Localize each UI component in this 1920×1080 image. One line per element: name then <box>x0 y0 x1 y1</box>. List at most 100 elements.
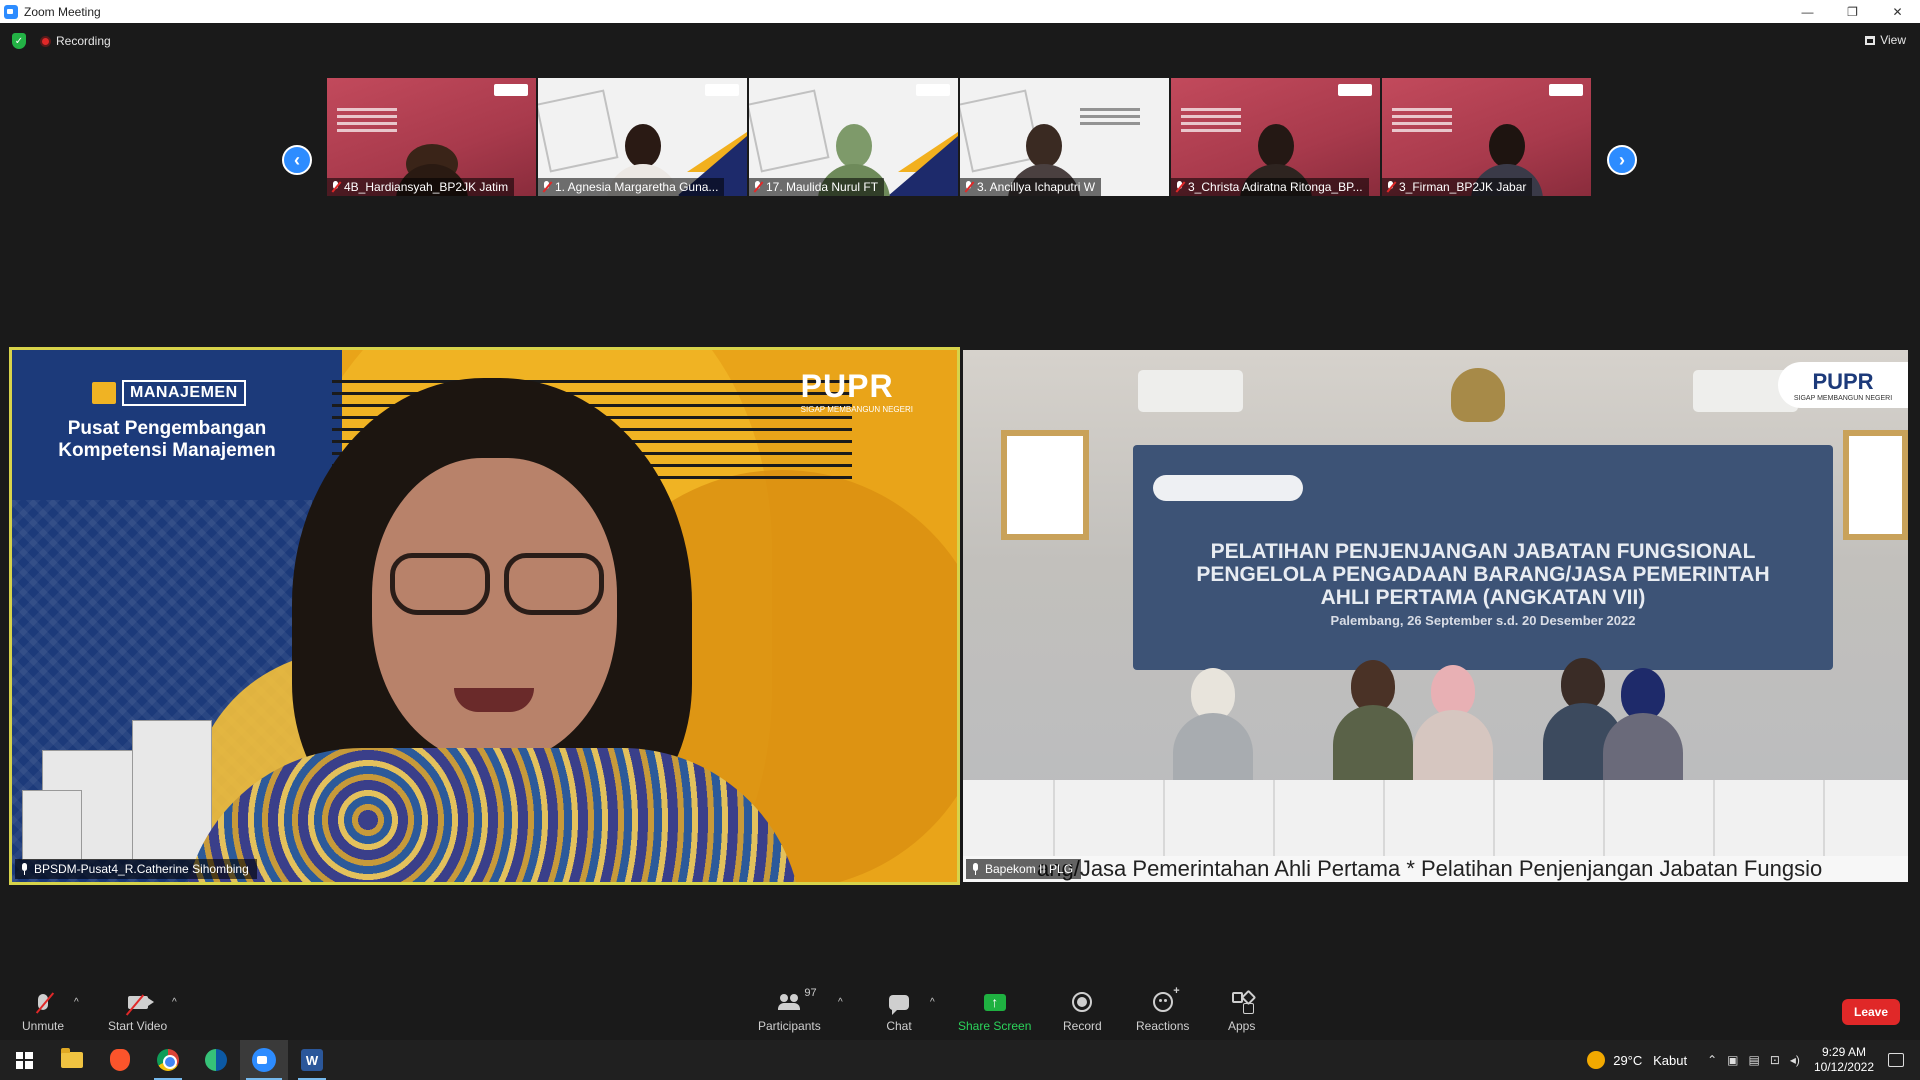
meet-now-icon[interactable]: ▣ <box>1727 1053 1738 1067</box>
participants-icon <box>778 994 801 1010</box>
decor-shape <box>888 136 958 196</box>
participant-name-label: 3_Christa Adiratna Ritonga_BP... <box>1171 178 1369 196</box>
prev-page-button[interactable]: ‹ <box>282 145 312 175</box>
record-button[interactable]: Record <box>1063 989 1102 1033</box>
weather-desc: Kabut <box>1653 1052 1688 1068</box>
room-name: Bapekom II PLG <box>985 862 1074 876</box>
start-video-label: Start Video <box>108 1019 168 1033</box>
view-label: View <box>1880 33 1906 47</box>
banner-line-3: AHLI PERTAMA (ANGKATAN VII) <box>1320 586 1646 609</box>
pupr-brand-text: PUPR <box>800 368 894 404</box>
slide-text-lines <box>1181 108 1241 136</box>
pupr-brand-text: PUPR <box>1812 368 1874 394</box>
participant-thumbnail[interactable]: 3_Christa Adiratna Ritonga_BP... <box>1171 78 1380 196</box>
reactions-button[interactable]: Reactions <box>1136 985 1189 1033</box>
pupr-mark-icon <box>92 382 116 404</box>
chat-button[interactable]: Chat <box>886 989 912 1033</box>
participant-name-label: 1. Agnesia Margaretha Guna... <box>538 178 725 196</box>
meeting-toolbar: Unmute ^ Start Video ^ 97 Participants ^… <box>0 985 1920 1040</box>
participant-name: 1. Agnesia Margaretha Guna... <box>555 180 719 194</box>
pupr-logo-icon <box>1549 84 1583 96</box>
minimize-button[interactable]: — <box>1785 0 1830 23</box>
recording-indicator[interactable]: Recording <box>40 34 111 48</box>
view-button[interactable]: View <box>1865 33 1906 47</box>
participant-thumbnail[interactable]: 3_Firman_BP2JK Jabar <box>1382 78 1591 196</box>
recording-label: Recording <box>56 34 111 48</box>
video-off-icon <box>127 995 154 1009</box>
participant-thumbnail-strip: 4B_Hardiansyah_BP2JK Jatim 1. Agnesia Ma… <box>327 78 1591 196</box>
show-hidden-icons-icon[interactable]: ⌃ <box>1707 1053 1717 1067</box>
next-page-button[interactable]: › <box>1607 145 1637 175</box>
pupr-logo-icon <box>705 84 739 96</box>
apps-icon <box>1231 992 1252 1012</box>
slide-text-lines <box>1392 108 1452 136</box>
participant-name-label: 17. Maulida Nurul FT <box>749 178 885 196</box>
participants-options-caret[interactable]: ^ <box>838 997 843 1008</box>
taskbar-zoom[interactable] <box>240 1040 288 1080</box>
pupr-brand-tagline: SIGAP MEMBANGUN NEGERI <box>1793 394 1893 402</box>
unmute-button[interactable]: Unmute <box>22 989 64 1033</box>
audio-options-caret[interactable]: ^ <box>74 997 79 1008</box>
participant-thumbnail[interactable]: 1. Agnesia Margaretha Guna... <box>538 78 747 196</box>
room-person <box>1333 660 1413 805</box>
brave-browser-icon <box>110 1049 130 1071</box>
video-options-caret[interactable]: ^ <box>172 997 177 1008</box>
leave-button[interactable]: Leave <box>1842 999 1900 1025</box>
participant-name: 3. Ancillya Ichaputri W <box>977 180 1096 194</box>
participants-button[interactable]: 97 Participants <box>758 987 821 1033</box>
participant-name-label: 4B_Hardiansyah_BP2JK Jatim <box>327 178 515 196</box>
mic-muted-icon <box>38 994 49 1010</box>
notifications-icon[interactable] <box>1888 1053 1904 1067</box>
recording-dot-icon <box>40 35 51 47</box>
mic-muted-icon <box>1386 181 1395 193</box>
taskbar-file-explorer[interactable] <box>48 1040 96 1080</box>
restore-button[interactable]: ❐ <box>1830 0 1875 23</box>
network-icon[interactable]: ⊡ <box>1770 1053 1780 1067</box>
taskbar-word[interactable]: W <box>288 1040 336 1080</box>
participant-thumbnail[interactable]: 4B_Hardiansyah_BP2JK Jatim <box>327 78 536 196</box>
news-ticker: ang/Jasa Pemerintahan Ahli Pertama * Pel… <box>963 856 1908 882</box>
weather-icon[interactable] <box>1587 1051 1606 1069</box>
close-button[interactable]: ✕ <box>1875 0 1920 23</box>
start-video-button[interactable]: Start Video <box>108 989 167 1033</box>
participant-name: 4B_Hardiansyah_BP2JK Jatim <box>344 180 509 194</box>
tray-icons: ⌃ ▣ ▤ ⊡ ◂) <box>1707 1053 1800 1067</box>
meeting-area: ✓ Recording View ‹ › 4B_Hardiansyah_BP2J… <box>0 23 1920 985</box>
record-icon <box>1072 992 1093 1012</box>
clock-date: 10/12/2022 <box>1813 1060 1874 1074</box>
portrait-frame <box>1843 430 1908 540</box>
share-screen-button[interactable]: ↑ Share Screen <box>958 989 1031 1033</box>
taskbar-clock[interactable]: 9:29 AM 10/12/2022 <box>1814 1045 1874 1075</box>
weather-readout[interactable]: 29°C Kabut <box>1613 1053 1687 1068</box>
taskbar-brave[interactable] <box>96 1040 144 1080</box>
slide-text-lines <box>1080 108 1140 129</box>
pupr-brand: PUPR SIGAP MEMBANGUN NEGERI <box>801 368 913 414</box>
participant-name: 17. Maulida Nurul FT <box>766 180 879 194</box>
air-conditioner <box>1138 370 1243 412</box>
active-speaker-tile[interactable]: MANAJEMEN Pusat Pengembangan Kompetensi … <box>9 347 960 885</box>
participant-thumbnail[interactable]: 17. Maulida Nurul FT <box>749 78 958 196</box>
garuda-emblem-icon <box>1451 368 1505 422</box>
banner-logo-pill <box>1153 475 1303 501</box>
taskbar-edge[interactable] <box>192 1040 240 1080</box>
share-screen-icon: ↑ <box>983 993 1006 1011</box>
participant-thumbnail[interactable]: 3. Ancillya Ichaputri W <box>960 78 1169 196</box>
taskbar-chrome[interactable] <box>144 1040 192 1080</box>
chat-label: Chat <box>886 1019 912 1033</box>
apps-button[interactable]: Apps <box>1228 989 1255 1033</box>
window-controls: — ❐ ✕ <box>1785 0 1920 23</box>
chat-options-caret[interactable]: ^ <box>930 997 935 1008</box>
banner-line-1: PELATIHAN PENJENJANGAN JABATAN FUNGSIONA… <box>1210 540 1756 563</box>
volume-icon[interactable]: ◂) <box>1790 1053 1800 1067</box>
mic-on-icon <box>972 863 980 875</box>
window-title: Zoom Meeting <box>24 4 101 19</box>
system-tray: 29°C Kabut ⌃ ▣ ▤ ⊡ ◂) 9:29 AM 10/12/2022 <box>1587 1040 1920 1080</box>
room-camera-tile[interactable]: PELATIHAN PENJENJANGAN JABATAN FUNGSIONA… <box>963 350 1908 882</box>
start-button[interactable] <box>0 1040 48 1080</box>
participant-name: 3_Firman_BP2JK Jabar <box>1399 180 1527 194</box>
clock-time: 9:29 AM <box>1821 1045 1866 1059</box>
record-label: Record <box>1063 1019 1102 1033</box>
security-shield-icon[interactable]: ✓ <box>12 33 26 49</box>
display-icon[interactable]: ▤ <box>1749 1053 1760 1067</box>
meeting-info-bar: ✓ Recording <box>12 33 111 49</box>
